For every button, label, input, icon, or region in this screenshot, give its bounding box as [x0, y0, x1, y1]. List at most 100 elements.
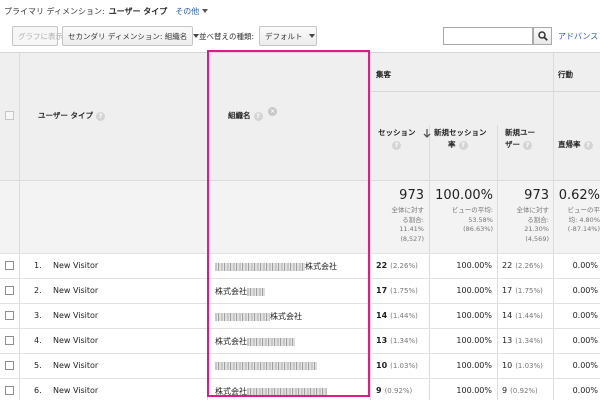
row-new-users: 17 (1.75%) [502, 286, 543, 295]
column-header-sessions[interactable]: セッション ? [378, 127, 431, 151]
row-user-type[interactable]: New Visitor [53, 361, 98, 370]
summary-sessions-note: 全体に対す る割合: 11.41% (8,527) [391, 206, 425, 243]
row-new-sessions-rate: 100.00% [456, 336, 492, 345]
column-header-user-type[interactable]: ユーザー タイプ? [38, 110, 105, 122]
help-icon[interactable]: ? [253, 111, 263, 121]
row-checkbox[interactable] [5, 361, 14, 370]
row-new-sessions-rate: 100.00% [456, 386, 492, 395]
sort-type-select[interactable]: デフォルト [259, 26, 317, 46]
row-bounce-rate: 0.00% [572, 261, 598, 270]
row-checkbox[interactable] [5, 286, 14, 295]
row-sessions: 10 (1.03%) [376, 361, 418, 370]
row-organization[interactable]: 株式会社 [215, 386, 327, 397]
org-suffix: 株式会社 [305, 262, 337, 271]
row-new-users-pct: (0.92%) [510, 387, 538, 395]
row-index: 5. [34, 361, 42, 370]
group-header-acquisition: 集客 [376, 70, 391, 79]
row-user-type[interactable]: New Visitor [53, 261, 98, 270]
plot-rows-button[interactable]: グラフに表示 [12, 26, 63, 46]
column-header-organization-label: 組織名 [228, 111, 251, 120]
row-user-type[interactable]: New Visitor [53, 386, 98, 395]
row-sessions-value: 22 [376, 261, 388, 270]
row-organization[interactable] [215, 361, 317, 370]
row-checkbox[interactable] [5, 386, 14, 395]
other-dimension-label: その他 [175, 6, 200, 16]
row-bounce-rate: 0.00% [572, 336, 598, 345]
row-new-users-pct: (1.34%) [515, 337, 543, 345]
sort-type-label: 並べ替えの種類: [199, 32, 255, 41]
row-organization[interactable]: 株式会社 [215, 336, 295, 347]
org-suffix: 株式会社 [270, 312, 302, 321]
column-header-organization[interactable]: 組織名? × [228, 106, 278, 122]
redacted-text [215, 312, 270, 321]
help-icon[interactable]: ? [95, 111, 105, 121]
row-checkbox[interactable] [5, 261, 14, 270]
column-header-new-users-label2: ザー [505, 140, 520, 149]
search-icon [538, 31, 548, 41]
row-new-sessions-rate: 100.00% [456, 286, 492, 295]
advanced-filter-link[interactable]: アドバンス [558, 31, 598, 42]
other-dimension-link[interactable]: その他 [175, 6, 209, 17]
row-sessions: 13 (1.34%) [376, 336, 418, 345]
row-new-users-pct: (1.03%) [515, 362, 543, 370]
group-header-behavior: 行動 [558, 70, 573, 79]
summary-new-sessions-note: ビューの平均: 53.58% (86.63%) [451, 206, 493, 233]
help-icon[interactable]: ? [458, 140, 468, 150]
row-sessions-pct: (2.26%) [390, 262, 418, 270]
row-bounce-rate: 0.00% [572, 286, 598, 295]
sort-type-value: デフォルト [265, 31, 303, 41]
summary-new-users: 973 [524, 188, 549, 203]
help-icon[interactable]: ? [583, 140, 593, 150]
org-prefix: 株式会社 [215, 337, 247, 346]
table-search-input[interactable] [443, 27, 533, 45]
row-new-users: 13 (1.34%) [502, 336, 543, 345]
row-organization[interactable]: 株式会社 [215, 311, 302, 322]
column-divider [19, 53, 20, 400]
chevron-down-icon [308, 34, 315, 38]
help-icon[interactable]: ? [392, 140, 401, 150]
row-checkbox[interactable] [5, 336, 14, 345]
secondary-dimension-select[interactable]: セカンダリ ディメンション: 組織名 [62, 26, 200, 46]
row-user-type[interactable]: New Visitor [53, 286, 98, 295]
primary-dimension-current: ユーザー タイプ [108, 6, 168, 16]
help-icon[interactable]: ? [523, 140, 532, 150]
primary-dimension-bar: プライマリ ディメンション: ユーザー タイプ その他 [0, 0, 600, 22]
row-new-users-value: 17 [502, 286, 513, 295]
row-bounce-rate: 0.00% [572, 311, 598, 320]
row-divider [0, 328, 600, 329]
row-user-type[interactable]: New Visitor [53, 311, 98, 320]
row-new-users-value: 22 [502, 261, 513, 270]
row-new-users: 14 (1.44%) [502, 311, 543, 320]
row-index: 4. [34, 336, 42, 345]
row-organization[interactable]: 株式会社 [215, 261, 337, 272]
select-all-checkbox[interactable] [5, 111, 14, 120]
row-user-type[interactable]: New Visitor [53, 336, 98, 345]
row-sessions: 22 (2.26%) [376, 261, 418, 270]
column-header-new-users[interactable]: 新規ユー ザー? [505, 127, 535, 151]
redacted-text [215, 262, 305, 271]
column-header-bounce-rate[interactable]: 直帰率? [558, 139, 593, 151]
row-sessions-value: 14 [376, 311, 388, 320]
row-divider [0, 303, 600, 304]
data-table: ユーザー タイプ? 組織名? × 集客 行動 セッション ? 新規セッション 率… [0, 52, 600, 400]
row-organization[interactable]: 株式会社 [215, 286, 265, 297]
row-new-users-pct: (1.75%) [515, 287, 543, 295]
row-index: 3. [34, 311, 42, 320]
row-checkbox[interactable] [5, 311, 14, 320]
row-sessions-pct: (1.03%) [390, 362, 418, 370]
row-sessions: 14 (1.44%) [376, 311, 418, 320]
column-header-new-sessions-rate[interactable]: 新規セッション 率? [434, 127, 487, 151]
row-sessions-value: 10 [376, 361, 388, 370]
redacted-text [247, 287, 265, 296]
column-divider [429, 125, 430, 400]
row-sessions-value: 9 [376, 386, 382, 395]
row-index: 1. [34, 261, 42, 270]
row-divider [0, 378, 600, 379]
search-button[interactable] [533, 27, 552, 45]
row-divider [0, 278, 600, 279]
row-divider [0, 353, 600, 354]
row-new-users: 10 (1.03%) [502, 361, 543, 370]
remove-dimension-icon[interactable]: × [268, 106, 278, 116]
column-header-bounce-rate-label: 直帰率 [558, 140, 581, 149]
summary-new-sessions-rate: 100.00% [435, 188, 493, 203]
